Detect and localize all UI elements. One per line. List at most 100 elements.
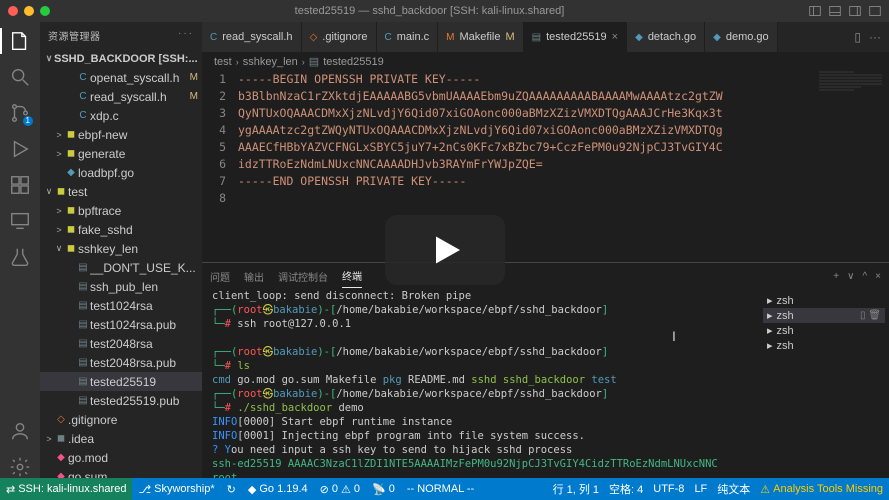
indent[interactable]: 空格: 4 [609,481,643,497]
play-button[interactable] [385,215,505,285]
code-area[interactable]: 1 2 3 4 5 6 7 8 -----BEGIN OPENSSH PRIVA… [202,71,889,262]
problems[interactable]: ⊘ 0 ⚠ 0 [320,483,360,496]
editor-tab[interactable]: ▤tested25519× [524,22,627,52]
status-bar: ⇄ SSH: kali-linux.shared ⎇ Skyworship* ↻… [0,478,889,500]
layout-panel-icon[interactable] [809,5,821,17]
editor-tab[interactable]: ◆demo.go [705,22,778,52]
tree-item[interactable]: ◆go.sum [40,467,202,478]
chevron-down-icon[interactable]: ∨ [847,271,854,282]
account-icon[interactable] [9,420,31,442]
sidebar-actions[interactable]: ··· [178,28,194,43]
terminal-list: ▸ zsh▸ zsh▯ 🗑▸ zsh▸ zsh [759,289,889,478]
ports[interactable]: 📡 0 [372,483,395,496]
go-version[interactable]: ◆ Go 1.19.4 [248,483,308,496]
tree-item[interactable]: Cread_syscall.hM [40,87,202,106]
terminal-instance[interactable]: ▸ zsh [763,323,885,338]
editor-tab[interactable]: ◆detach.go [627,22,705,52]
panel-tab[interactable]: 终端 [342,264,362,288]
git-branch[interactable]: ⎇ Skyworship* [138,483,214,496]
debug-icon[interactable] [9,138,31,160]
min-dot[interactable] [24,6,34,16]
tree-item[interactable]: ∨◼sshkey_len [40,239,202,258]
layout-right-icon[interactable] [849,5,861,17]
tree-item[interactable]: ▤test1024rsa [40,296,202,315]
tree-item[interactable]: ▤__DON'T_USE_K... [40,258,202,277]
kill-terminal-icon[interactable]: 🗑 [868,310,881,321]
scm-icon[interactable]: 1 [9,102,31,124]
panel-tab[interactable]: 输出 [244,265,264,288]
editor-tab[interactable]: MMakefile M [438,22,523,52]
panel-tab[interactable]: 问题 [210,265,230,288]
test-icon[interactable] [9,246,31,268]
split-terminal-icon[interactable]: ▯ [860,310,866,321]
terminal-instance[interactable]: ▸ zsh [763,293,885,308]
layout-controls[interactable] [809,5,881,17]
close-icon[interactable]: × [612,31,618,43]
tree-item[interactable]: >◼.idea [40,429,202,448]
tree-item[interactable]: ◇.gitignore [40,410,202,429]
tree-item[interactable]: ▤tested25519 [40,372,202,391]
panel: 问题输出调试控制台终端 + ∨ ^ × client_loop: send discon… [202,262,889,478]
close-dot[interactable] [8,6,18,16]
terminal[interactable]: client_loop: send disconnect: Broken pip… [202,289,759,478]
sidebar: 资源管理器 ··· ∨SSHD_BACKDOOR [SSH:... Copena… [40,22,202,478]
terminal-instance[interactable]: ▸ zsh [763,338,885,353]
tree-item[interactable]: ∨◼test [40,182,202,201]
tree-item[interactable]: ◆loadbpf.go [40,163,202,182]
max-dot[interactable] [40,6,50,16]
terminal-icon: ▸ [767,294,773,307]
editor-tab[interactable]: Cread_syscall.h [202,22,302,52]
terminal-icon: ▸ [767,339,773,352]
editor-tabs: Cread_syscall.h◇.gitignoreCmain.cMMakefi… [202,22,889,52]
file-tree: Copenat_syscall.hMCread_syscall.hMCxdp.c… [40,68,202,478]
sidebar-header: 资源管理器 ··· [40,22,202,49]
tree-item[interactable]: ▤test2048rsa.pub [40,353,202,372]
titlebar: tested25519 — sshd_backdoor [SSH: kali-l… [0,0,889,22]
layout-custom-icon[interactable] [869,5,881,17]
breadcrumb[interactable]: test› sshkey_len› ▤ tested25519 [202,52,889,71]
explorer-icon[interactable] [9,30,31,52]
extensions-icon[interactable] [9,174,31,196]
settings-icon[interactable] [9,456,31,478]
tree-item[interactable]: >◼fake_sshd [40,220,202,239]
encoding[interactable]: UTF-8 [653,481,684,497]
eol[interactable]: LF [694,481,707,497]
maximize-icon[interactable]: ^ [862,271,867,282]
more-icon[interactable]: ··· [869,30,881,44]
cursor-pos[interactable]: 行 1, 列 1 [553,481,599,497]
tree-item[interactable]: Cxdp.c [40,106,202,125]
sidebar-root[interactable]: ∨SSHD_BACKDOOR [SSH:... [40,49,202,68]
split-icon[interactable]: ▯ [854,30,861,44]
tree-item[interactable]: >◼ebpf-new [40,125,202,144]
tree-item[interactable]: ▤test1024rsa.pub [40,315,202,334]
panel-tabs: 问题输出调试控制台终端 + ∨ ^ × [202,263,889,289]
terminal-icon: ▸ [767,324,773,337]
window-title: tested25519 — sshd_backdoor [SSH: kali-l… [50,5,809,17]
add-terminal-icon[interactable]: + [833,271,839,282]
file-icon: ▤ [309,55,319,68]
sync-button[interactable]: ↻ [227,483,236,496]
layout-bottom-icon[interactable] [829,5,841,17]
activity-bar: 1 [0,22,40,478]
tree-item[interactable]: ▤ssh_pub_len [40,277,202,296]
minimap[interactable] [819,71,889,262]
remote-indicator[interactable]: ⇄ SSH: kali-linux.shared [0,478,132,500]
code-content[interactable]: -----BEGIN OPENSSH PRIVATE KEY----- b3Bl… [238,71,889,262]
lang-mode[interactable]: 纯文本 [717,481,750,497]
terminal-instance[interactable]: ▸ zsh▯ 🗑 [763,308,885,323]
analysis-warning[interactable]: ⚠ Analysis Tools Missing [760,481,883,497]
window-controls[interactable] [8,6,50,16]
panel-tab[interactable]: 调试控制台 [278,265,328,288]
editor-tab[interactable]: Cmain.c [377,22,439,52]
tree-item[interactable]: >◼bpftrace [40,201,202,220]
tree-item[interactable]: ▤test2048rsa [40,334,202,353]
remote-explorer-icon[interactable] [9,210,31,232]
tree-item[interactable]: >◼generate [40,144,202,163]
editor-area: Cread_syscall.h◇.gitignoreCmain.cMMakefi… [202,22,889,478]
search-icon[interactable] [9,66,31,88]
tree-item[interactable]: ◆go.mod [40,448,202,467]
close-panel-icon[interactable]: × [875,271,881,282]
tree-item[interactable]: ▤tested25519.pub [40,391,202,410]
tree-item[interactable]: Copenat_syscall.hM [40,68,202,87]
editor-tab[interactable]: ◇.gitignore [302,22,377,52]
